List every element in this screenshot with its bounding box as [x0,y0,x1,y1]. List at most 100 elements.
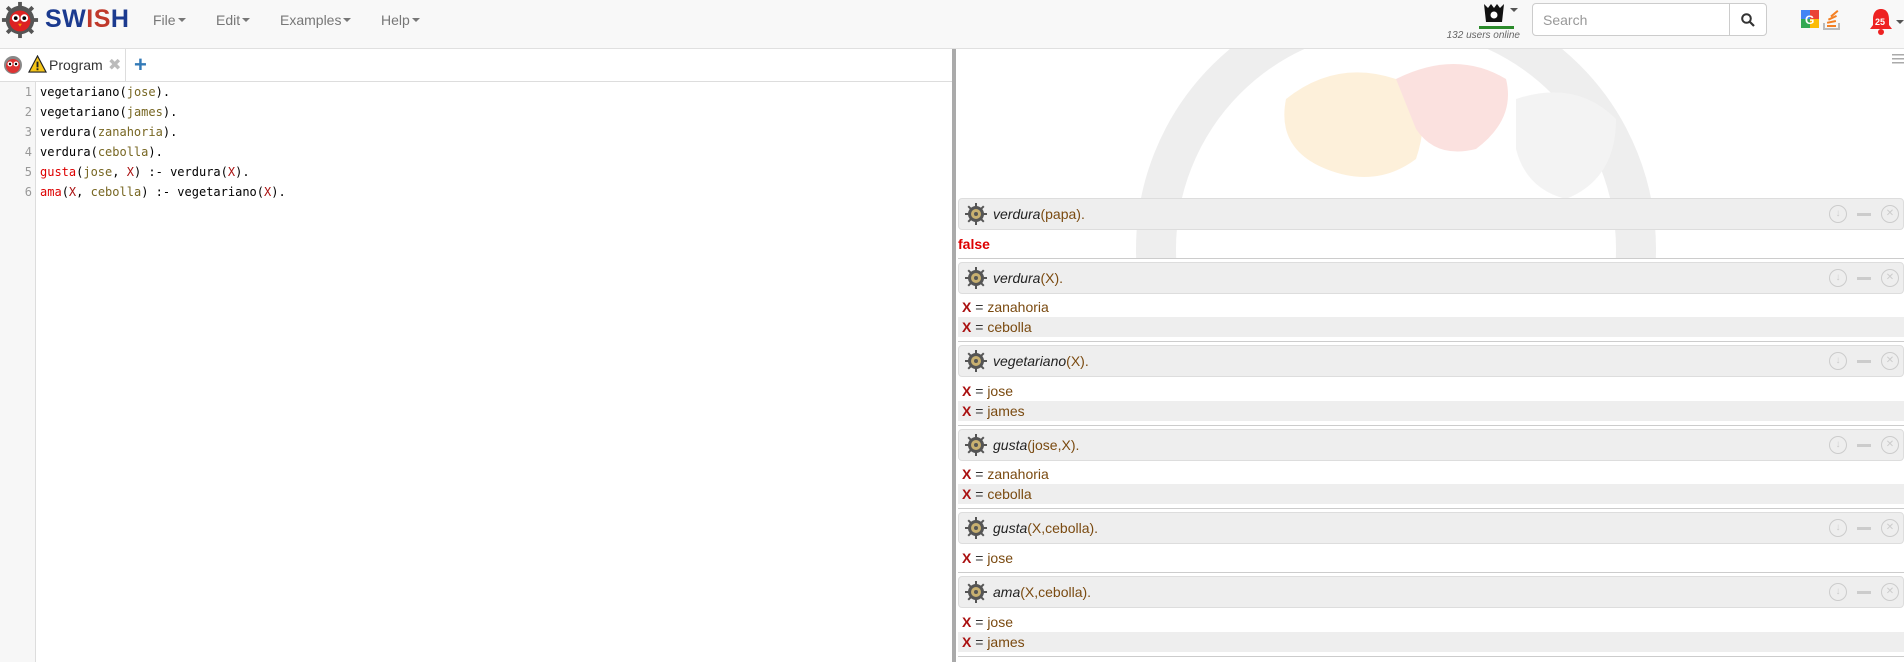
query-text: vegetariano(X). [993,353,1089,369]
search-icon [1741,12,1755,27]
query-args: (X,cebolla). [1020,584,1092,600]
answer-value: cebolla [987,486,1032,502]
code-text: vegetariano(jose). [40,85,171,99]
app-name-part1: SW [45,5,87,33]
answer-row: X = cebolla [958,484,1904,504]
answer-var: X [962,486,972,502]
query-result-false: false [958,236,990,252]
close-icon[interactable]: ✕ [1881,519,1899,537]
app-name[interactable]: SWISH [45,5,129,34]
divider [958,572,1904,573]
query-header: gusta(jose,X). ↓ ✕ [958,429,1904,461]
code-line: 1 vegetariano(jose). [0,82,940,102]
query-args: (X,cebolla). [1027,520,1099,536]
menu-help[interactable]: Help [381,0,420,40]
gear-icon [965,267,987,289]
close-icon[interactable]: ✕ [1881,583,1899,601]
tab-program-label: Program [49,57,103,73]
minimize-icon[interactable] [1857,360,1871,363]
minimize-icon[interactable] [1857,277,1871,280]
close-icon[interactable]: ✕ [1881,205,1899,223]
answer-var: X [962,550,972,566]
code-text: gusta(jose, X) :- verdura(X). [40,165,250,179]
download-icon[interactable]: ↓ [1829,519,1847,537]
query-text: gusta(X,cebolla). [993,520,1098,536]
minimize-icon[interactable] [1857,444,1871,447]
query-results-pane: verdura(papa). ↓ ✕ false verdura(X). ↓ ✕… [956,49,1904,662]
download-icon[interactable]: ↓ [1829,352,1847,370]
search-button[interactable] [1729,3,1767,36]
menu-edit[interactable]: Edit [216,0,251,40]
download-icon[interactable]: ↓ [1829,205,1847,223]
answer-var: X [962,614,972,630]
answer-row: X = jose [958,381,1904,401]
line-number: 1 [24,85,32,99]
answer-var: X [962,319,972,335]
divider [958,508,1904,509]
minimize-icon[interactable] [1857,527,1871,530]
minimize-icon[interactable] [1857,213,1871,216]
user-menu[interactable]: 132 users online [1440,0,1520,44]
equals-sign: = [975,299,984,315]
line-number: 6 [24,185,32,199]
query-predicate: gusta [993,437,1028,453]
tab-program[interactable]: Program ✖ [0,49,126,82]
query-predicate: verdura [993,270,1041,286]
answer-value: jose [987,550,1013,566]
close-icon[interactable]: ✖ [108,55,121,75]
equals-sign: = [975,466,984,482]
user-avatar-icon[interactable] [1481,2,1507,26]
code-text: verdura(zanahoria). [40,125,178,139]
code-line: 3 verdura(zanahoria). [0,122,940,142]
line-number: 5 [24,165,32,179]
stackoverflow-icon[interactable] [1821,9,1843,31]
equals-sign: = [975,319,984,335]
close-icon[interactable]: ✕ [1881,436,1899,454]
answer-value: james [987,403,1025,419]
line-number: 4 [24,145,32,159]
gear-icon [965,434,987,456]
chevron-down-icon [177,18,186,22]
query-args: (X). [1066,353,1089,369]
query-text: ama(X,cebolla). [993,584,1091,600]
menu-help-label: Help [381,12,410,28]
answer-var: X [962,403,972,419]
equals-sign: = [975,614,984,630]
swish-logo-icon[interactable] [1,1,39,39]
download-icon[interactable]: ↓ [1829,583,1847,601]
hamburger-icon[interactable] [1892,53,1904,65]
query-header: vegetariano(X). ↓ ✕ [958,345,1904,377]
add-tab-button[interactable]: + [134,52,147,78]
query-args: (X). [1040,270,1064,286]
download-icon[interactable]: ↓ [1829,269,1847,287]
navbar: SWISH File Edit Examples Help 132 users … [0,0,1904,49]
chevron-down-icon [1510,8,1518,12]
download-icon[interactable]: ↓ [1829,436,1847,454]
minimize-icon[interactable] [1857,591,1871,594]
code-editor[interactable]: 1 vegetariano(jose). 2 vegetariano(james… [0,82,952,662]
answer-row: X = james [958,632,1904,652]
code-text: ama(X, cebolla) :- vegetariano(X). [40,185,286,199]
chevron-down-icon [1896,20,1904,24]
close-icon[interactable]: ✕ [1881,269,1899,287]
search-input[interactable] [1532,3,1730,36]
answer-value: zanahoria [987,466,1049,482]
answer-var: X [962,466,972,482]
app-name-part3: H [110,5,130,33]
gear-icon [965,517,987,539]
answer-value: cebolla [987,319,1032,335]
google-search-icon[interactable]: G [1801,10,1819,28]
divider [958,258,1904,259]
gear-icon [965,581,987,603]
answer-value: jose [987,614,1013,630]
code-line: 4 verdura(cebolla). [0,142,940,162]
query-header: verdura(papa). ↓ ✕ [958,198,1904,230]
warning-icon [28,55,47,73]
close-icon[interactable]: ✕ [1881,352,1899,370]
query-predicate: gusta [993,520,1028,536]
notification-count: 25 [1874,17,1885,27]
answer-value: zanahoria [987,299,1049,315]
answer-row: X = cebolla [958,317,1904,337]
menu-file[interactable]: File [153,0,186,40]
menu-examples[interactable]: Examples [280,0,352,40]
